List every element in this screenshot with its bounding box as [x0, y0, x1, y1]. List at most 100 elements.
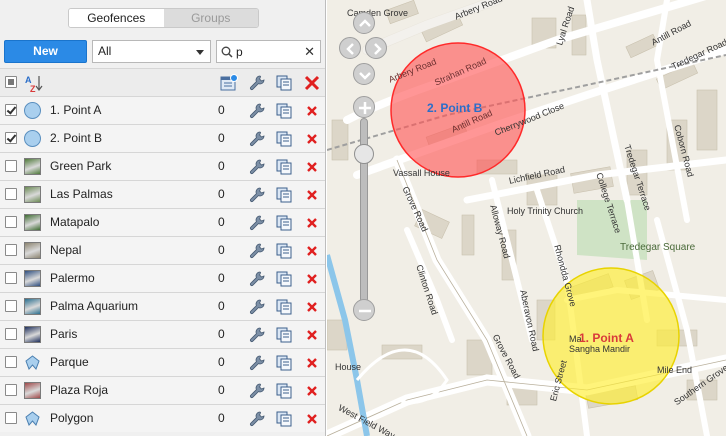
geofence-row[interactable]: 1. Point A 0	[0, 96, 325, 124]
row-checkbox[interactable]	[5, 216, 17, 228]
copy-icon[interactable]	[275, 102, 293, 120]
zoom-in-button[interactable]	[353, 96, 375, 118]
geofence-row[interactable]: Plaza Roja 0	[0, 376, 325, 404]
copy-icon[interactable]	[275, 270, 293, 288]
delete-all-icon[interactable]	[303, 74, 321, 92]
pan-right-button[interactable]	[365, 37, 387, 59]
unit-count: 0	[218, 383, 225, 397]
copy-icon[interactable]	[275, 158, 293, 176]
geofence-name[interactable]: Parque	[50, 349, 89, 376]
row-checkbox[interactable]	[5, 160, 17, 172]
copy-icon[interactable]	[275, 242, 293, 260]
delete-icon[interactable]	[303, 354, 321, 372]
unit-count: 0	[218, 355, 225, 369]
geofence-row[interactable]: Parque 0	[0, 348, 325, 376]
wrench-icon[interactable]	[248, 326, 266, 344]
row-checkbox[interactable]	[5, 272, 17, 284]
wrench-icon[interactable]	[248, 354, 266, 372]
geofence-row[interactable]: Nepal 0	[0, 236, 325, 264]
delete-icon[interactable]	[303, 102, 321, 120]
geofence-name[interactable]: Polygon	[50, 405, 93, 432]
street-label: Holy Trinity Church	[507, 206, 584, 216]
delete-icon[interactable]	[303, 298, 321, 316]
filter-value: All	[98, 44, 112, 58]
search-input[interactable]	[236, 43, 302, 60]
layer-settings-icon[interactable]	[220, 74, 238, 92]
row-checkbox[interactable]	[5, 328, 17, 340]
geofence-name[interactable]: Las Palmas	[50, 181, 113, 208]
unit-count: 0	[218, 411, 225, 425]
delete-icon[interactable]	[303, 214, 321, 232]
delete-icon[interactable]	[303, 130, 321, 148]
row-checkbox[interactable]	[5, 412, 17, 424]
delete-icon[interactable]	[303, 158, 321, 176]
unit-count: 0	[218, 187, 225, 201]
delete-icon[interactable]	[303, 382, 321, 400]
wrench-icon[interactable]	[248, 214, 266, 232]
row-checkbox[interactable]	[5, 356, 17, 368]
tab-groups[interactable]: Groups	[163, 9, 258, 27]
wrench-icon[interactable]	[248, 270, 266, 288]
wrench-icon[interactable]	[248, 186, 266, 204]
geofence-name[interactable]: Plaza Roja	[50, 377, 108, 404]
copy-icon[interactable]	[275, 298, 293, 316]
copy-icon[interactable]	[275, 382, 293, 400]
photo-thumbnail-icon	[24, 186, 41, 203]
delete-icon[interactable]	[303, 186, 321, 204]
copy-icon[interactable]	[275, 410, 293, 428]
select-all-checkbox[interactable]	[5, 76, 17, 88]
geofence-row[interactable]: Palermo 0	[0, 264, 325, 292]
new-geofence-button[interactable]: New	[4, 40, 87, 63]
tab-geofences[interactable]: Geofences	[69, 9, 164, 27]
geofence-name[interactable]: Green Park	[50, 153, 111, 180]
wrench-icon[interactable]	[248, 102, 266, 120]
geofence-rows: 1. Point A 0 2. Point B 0 Green Park 0 Las Pal…	[0, 96, 325, 432]
delete-icon[interactable]	[303, 410, 321, 428]
wrench-icon[interactable]	[248, 382, 266, 400]
wrench-icon[interactable]	[248, 242, 266, 260]
row-checkbox[interactable]	[5, 104, 17, 116]
sort-az-icon[interactable]: A Z	[24, 73, 44, 93]
map-view[interactable]: Camden Grove Arbery Road Lyal Road Antil…	[327, 0, 726, 436]
geofence-name[interactable]: Palermo	[50, 265, 95, 292]
geofence-row[interactable]: Polygon 0	[0, 404, 325, 432]
copy-icon[interactable]	[275, 186, 293, 204]
row-checkbox[interactable]	[5, 384, 17, 396]
geofence-row[interactable]: Paris 0	[0, 320, 325, 348]
geofence-name[interactable]: Matapalo	[50, 209, 99, 236]
filter-dropdown[interactable]: All	[92, 40, 211, 63]
copy-icon[interactable]	[275, 326, 293, 344]
delete-icon[interactable]	[303, 242, 321, 260]
copy-icon[interactable]	[275, 354, 293, 372]
geofence-name[interactable]: Nepal	[50, 237, 81, 264]
wrench-icon[interactable]	[248, 298, 266, 316]
row-checkbox[interactable]	[5, 132, 17, 144]
wrench-icon[interactable]	[248, 158, 266, 176]
geofence-name[interactable]: Palma Aquarium	[50, 293, 138, 320]
geofence-name[interactable]: Paris	[50, 321, 77, 348]
geofence-name[interactable]: 2. Point B	[50, 125, 102, 152]
pan-up-button[interactable]	[353, 12, 375, 34]
geofence-row[interactable]: Green Park 0	[0, 152, 325, 180]
clear-search-icon[interactable]: ✕	[304, 43, 315, 60]
geofence-row[interactable]: Las Palmas 0	[0, 180, 325, 208]
geofence-name[interactable]: 1. Point A	[50, 97, 101, 124]
copy-icon[interactable]	[275, 130, 293, 148]
delete-icon[interactable]	[303, 270, 321, 288]
delete-icon[interactable]	[303, 326, 321, 344]
zoom-out-button[interactable]	[353, 299, 375, 321]
copy-icon[interactable]	[275, 214, 293, 232]
pan-down-button[interactable]	[353, 63, 375, 85]
row-checkbox[interactable]	[5, 244, 17, 256]
row-checkbox[interactable]	[5, 300, 17, 312]
geofence-row[interactable]: 2. Point B 0	[0, 124, 325, 152]
geofence-row[interactable]: Palma Aquarium 0	[0, 292, 325, 320]
copy-icon[interactable]	[275, 74, 293, 92]
wrench-icon[interactable]	[248, 74, 266, 92]
wrench-icon[interactable]	[248, 410, 266, 428]
row-checkbox[interactable]	[5, 188, 17, 200]
zoom-slider-handle[interactable]	[354, 144, 374, 164]
wrench-icon[interactable]	[248, 130, 266, 148]
geofence-row[interactable]: Matapalo 0	[0, 208, 325, 236]
pan-left-button[interactable]	[339, 37, 361, 59]
